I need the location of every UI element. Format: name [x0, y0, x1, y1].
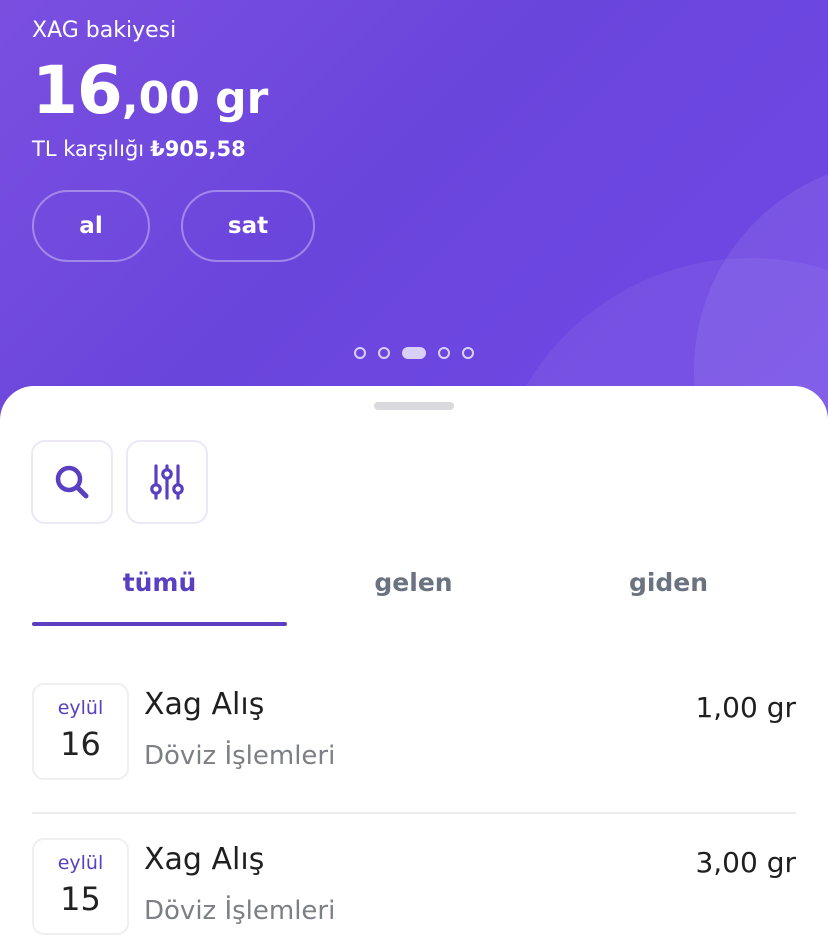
search-icon [55, 465, 89, 499]
transaction-day: 16 [60, 725, 101, 763]
balance-header: XAG bakiyesi 16,00 gr TL karşılığı ₺905,5… [0, 0, 828, 420]
tab-all[interactable]: tümü [32, 568, 287, 597]
transaction-date: eylül 16 [32, 683, 129, 780]
tl-equivalent-label: TL karşılığı [32, 137, 145, 161]
filter-button[interactable] [126, 440, 208, 524]
carousel-dot[interactable] [354, 347, 366, 359]
sell-button[interactable]: sat [181, 190, 315, 262]
active-tab-indicator [32, 622, 287, 626]
transaction-row[interactable]: eylül 16 Xag Alış Döviz İşlemleri 1,00 g… [32, 683, 796, 793]
transaction-title: Xag Alış [144, 687, 265, 722]
decorative-circle [694, 160, 828, 420]
sliders-icon [150, 464, 184, 500]
carousel-dot[interactable] [378, 347, 390, 359]
transaction-tabs: tümü gelen giden [32, 556, 796, 628]
search-button[interactable] [31, 440, 113, 524]
transactions-sheet: tümü gelen giden eylül 16 Xag Alış Döviz… [0, 386, 828, 947]
carousel-indicator [354, 347, 474, 359]
balance-label: XAG bakiyesi [32, 18, 177, 43]
balance-amount-integer: 16 [32, 52, 123, 129]
transaction-amount: 1,00 gr [695, 691, 796, 724]
tl-equivalent: TL karşılığı ₺905,58 [32, 137, 246, 161]
carousel-dot-active[interactable] [402, 347, 426, 359]
row-divider [32, 812, 796, 814]
balance-amount-decimal: ,00 gr [121, 73, 269, 124]
buy-button[interactable]: al [32, 190, 150, 262]
tl-equivalent-value: ₺905,58 [150, 137, 246, 161]
transaction-category: Döviz İşlemleri [144, 741, 336, 771]
transaction-month: eylül [57, 852, 104, 874]
sheet-drag-handle[interactable] [374, 402, 454, 410]
transaction-amount: 3,00 gr [695, 846, 796, 879]
transaction-row[interactable]: eylül 15 Xag Alış Döviz İşlemleri 3,00 g… [32, 838, 796, 947]
balance-amount: 16,00 gr [32, 52, 268, 129]
transaction-date: eylül 15 [32, 838, 129, 935]
tab-incoming[interactable]: gelen [286, 568, 541, 597]
transaction-title: Xag Alış [144, 842, 265, 877]
transaction-month: eylül [57, 697, 104, 719]
transaction-category: Döviz İşlemleri [144, 896, 336, 926]
carousel-dot[interactable] [462, 347, 474, 359]
transaction-day: 15 [60, 880, 101, 918]
carousel-dot[interactable] [438, 347, 450, 359]
tab-outgoing[interactable]: giden [541, 568, 796, 597]
